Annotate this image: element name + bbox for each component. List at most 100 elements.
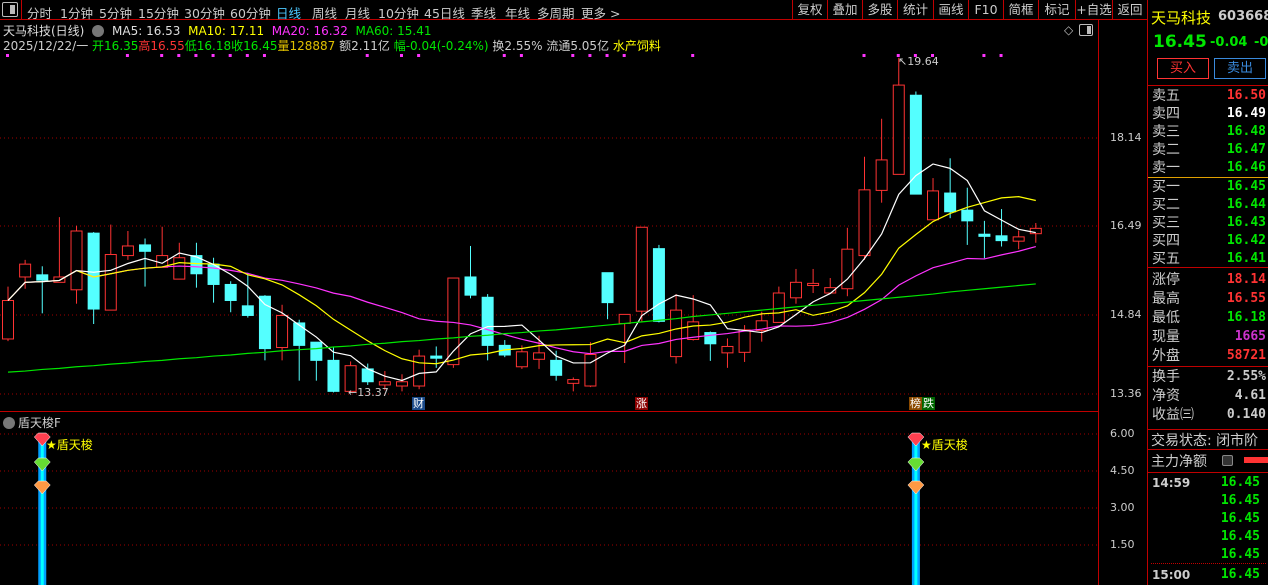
sell-button[interactable]: 卖出 (1214, 58, 1266, 79)
period-tab[interactable]: 15分钟 (138, 3, 179, 22)
candle-body (413, 355, 426, 387)
candle-body (19, 263, 32, 278)
candle-body (927, 190, 940, 221)
signal-dot (588, 54, 592, 57)
period-tab[interactable]: 年线 (505, 3, 530, 22)
period-tab[interactable]: 多周期 (537, 3, 575, 22)
period-tab[interactable]: 日线 (276, 3, 301, 22)
stat-row: 现量 1665 (1152, 328, 1266, 346)
event-tag-limit-up[interactable]: 涨 (635, 397, 648, 410)
candle-body (670, 309, 683, 358)
orange-gem-icon (907, 480, 925, 495)
event-tag-finance[interactable]: 财 (412, 397, 425, 410)
period-tab[interactable]: 周线 (312, 3, 337, 22)
row-label: 最低 (1152, 310, 1180, 326)
ma5-value: MA5: 16.53 (112, 24, 181, 38)
candle (361, 363, 374, 385)
period-tab[interactable]: 30分钟 (184, 3, 225, 22)
row-label: 最高 (1152, 291, 1180, 307)
toolbar-button[interactable]: 多股 (862, 0, 897, 20)
toolbar-button[interactable]: 画线 (933, 0, 968, 20)
candle-body (807, 282, 820, 287)
price-change-pct: -0.2 (1254, 35, 1268, 50)
candle-body (652, 248, 665, 322)
panel-toggle-icon[interactable] (2, 2, 18, 17)
buy-button[interactable]: 买入 (1157, 58, 1209, 79)
candle (53, 217, 66, 283)
signal-dot (211, 54, 215, 57)
candle-body (481, 296, 494, 346)
ma20-value: MA20: 16.32 (271, 24, 348, 38)
signal-dot (365, 54, 369, 57)
candle (721, 338, 734, 368)
candle-body (241, 305, 254, 316)
event-tag-drop[interactable]: 跌 (922, 397, 935, 410)
signal-bar-core (40, 435, 44, 585)
diamond-icon[interactable]: ◇ (1064, 23, 1073, 37)
candle-body (533, 352, 546, 360)
toolbar-button[interactable]: 统计 (897, 0, 933, 20)
candle-body (87, 232, 100, 310)
period-tab[interactable]: 季线 (471, 3, 496, 22)
toolbar-button[interactable]: 返回 (1112, 0, 1147, 20)
toolbar-button[interactable]: 叠加 (827, 0, 862, 20)
signal-bar-core (914, 435, 918, 585)
candle (241, 272, 254, 318)
event-tag-list[interactable]: 榜 (909, 397, 922, 410)
candle (19, 259, 32, 289)
candlestick-chart[interactable] (0, 50, 1098, 411)
candle-body (738, 329, 751, 353)
period-toolbar: 分时 1分钟 5分钟 15分钟 30分钟 60分钟 日线 周线 月线 10分钟 45日线 季线 年线 多周… (0, 0, 1147, 22)
period-tab[interactable]: 分时 (27, 3, 52, 22)
period-tab[interactable]: 5分钟 (99, 3, 132, 22)
row-value: 16.46 (1226, 160, 1266, 175)
toolbar-button[interactable]: 复权 (792, 0, 827, 20)
candle (550, 350, 563, 381)
quote-panel: 天马科技 603668 16.45 -0.04 -0.2 买入 卖出 卖五 16.… (1147, 0, 1268, 585)
fin-row: 净资 4.61 (1152, 387, 1266, 405)
row-label: 外盘 (1152, 348, 1180, 364)
price-axis-label: 13.36 (1110, 387, 1142, 400)
toolbar-button[interactable]: +自选 (1075, 0, 1112, 20)
toolbar-button[interactable]: 简框 (1003, 0, 1038, 20)
chevron-down-icon[interactable] (92, 25, 105, 37)
tick-price: 16.45 (1220, 529, 1260, 544)
period-tab[interactable]: 45日线 (424, 3, 465, 22)
candle (1029, 222, 1042, 243)
toolbar-button[interactable]: 标记 (1038, 0, 1075, 20)
price-change: -0.04 (1210, 35, 1248, 50)
candle (1012, 230, 1025, 250)
tick-price: 16.45 (1220, 493, 1260, 508)
list-icon[interactable] (1222, 455, 1233, 466)
row-value: 16.43 (1226, 215, 1266, 230)
tick-time: 15:00 (1152, 568, 1191, 582)
candle-body (1012, 236, 1025, 242)
signal-dot (862, 54, 866, 57)
candle (104, 224, 117, 311)
candle-body (567, 379, 580, 384)
candle (395, 374, 408, 392)
candle-body (995, 235, 1008, 242)
candle-body (601, 272, 614, 304)
period-tab[interactable]: 月线 (345, 3, 370, 22)
candle-body (2, 299, 14, 340)
price-axis-label: 16.49 (1110, 219, 1142, 232)
period-tab[interactable]: 10分钟 (378, 3, 419, 22)
row-value: 58721 (1226, 348, 1266, 363)
signal-dot (177, 54, 181, 57)
row-label: 卖二 (1152, 142, 1180, 158)
row-value: 2.55% (1226, 369, 1266, 384)
period-tab[interactable]: 60分钟 (230, 3, 271, 22)
low-price-label: ←13.37 (348, 386, 389, 399)
candle (875, 118, 888, 203)
toolbar-button[interactable]: F10 (968, 0, 1003, 20)
signal-dot (519, 54, 523, 57)
period-tab[interactable]: 更多 > (581, 3, 620, 22)
signal-dot (399, 54, 403, 57)
row-label: 卖四 (1152, 106, 1180, 122)
ask-row: 卖一 16.46 (1152, 159, 1266, 177)
chart-title: 天马科技(日线) (3, 24, 85, 38)
panel-toggle-icon[interactable] (1079, 24, 1093, 36)
period-tab[interactable]: 1分钟 (60, 3, 93, 22)
divider (21, 0, 22, 20)
